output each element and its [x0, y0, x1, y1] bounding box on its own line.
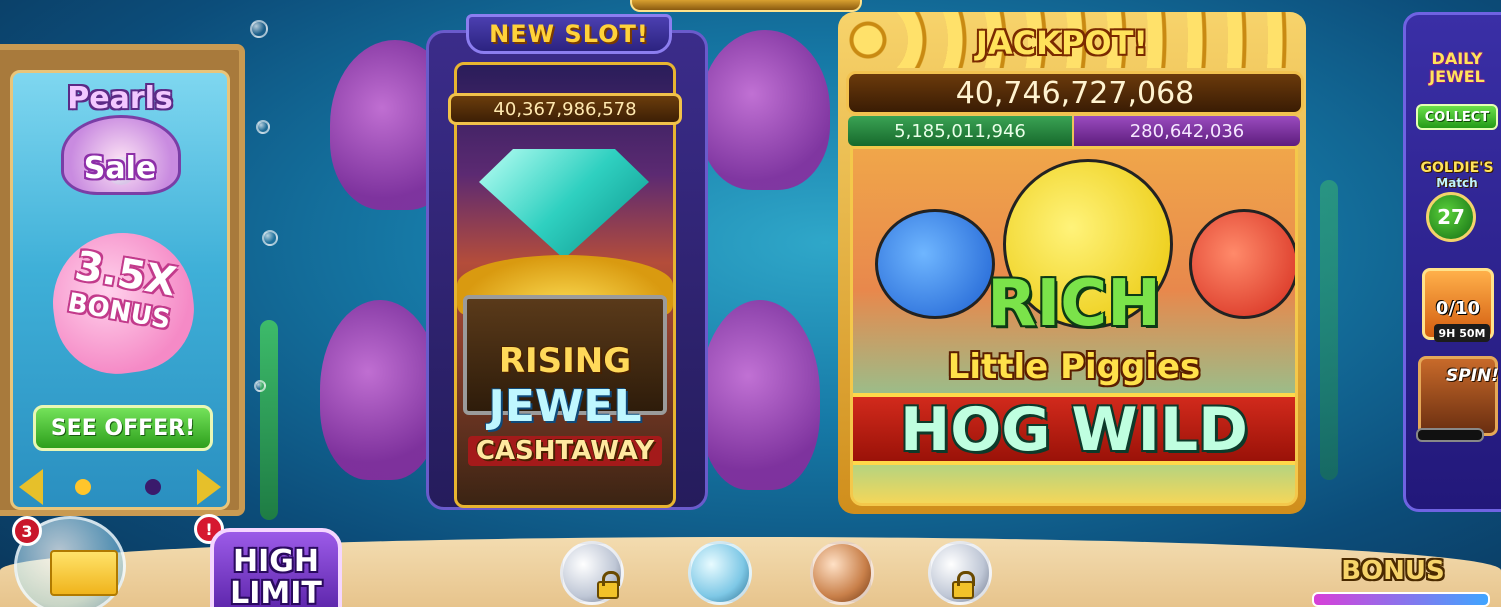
- spin-progress-bar: [1416, 428, 1484, 442]
- rich-little-piggies-slot-tile[interactable]: RICH Little Piggies HOG WILD: [850, 146, 1298, 506]
- goldies-subtitle: Match: [1436, 176, 1478, 190]
- bonus-meter: [1312, 592, 1490, 607]
- jackpot-title-line3: HOG WILD: [900, 395, 1248, 465]
- slot-title-line2: JEWEL: [488, 381, 642, 432]
- daily-jewel-line2: JEWEL: [1429, 67, 1485, 86]
- seaweed-decoration: [260, 320, 278, 520]
- promo-title: Pearls: [67, 81, 173, 116]
- new-slot-jackpot-value: 40,367,986,578: [448, 93, 682, 125]
- daily-jewel-line1: DAILY: [1431, 49, 1483, 68]
- coral-decoration: [700, 300, 820, 490]
- see-offer-button[interactable]: SEE OFFER!: [33, 405, 213, 451]
- goldies-title: GOLDIE'S: [1420, 160, 1494, 176]
- high-limit-button[interactable]: HIGH LIMIT: [210, 528, 342, 607]
- jackpot-purple-value: 280,642,036: [1074, 116, 1300, 146]
- promo-subtitle: Sale: [83, 151, 157, 186]
- jackpot-main-value: 40,746,727,068: [846, 71, 1304, 115]
- slot-title-line3: CASHTAWAY: [467, 436, 663, 466]
- card-progress: 0/10: [1435, 298, 1481, 319]
- seaweed-decoration: [1320, 180, 1338, 480]
- lock-icon: [952, 571, 975, 599]
- carousel-dot-active[interactable]: [75, 479, 91, 495]
- slot-title-line1: RISING: [498, 341, 632, 381]
- promo-card[interactable]: Pearls Sale 3.5X BONUS SEE OFFER!: [10, 70, 230, 510]
- diamond-icon: [479, 149, 649, 259]
- next-arrow-icon[interactable]: [197, 469, 221, 505]
- bubble-decoration: [262, 230, 278, 246]
- pearl-orb-bronze[interactable]: [810, 541, 874, 605]
- goldies-match-widget[interactable]: GOLDIE'S Match: [1412, 160, 1501, 190]
- carousel-dot[interactable]: [145, 479, 161, 495]
- bubble-decoration: [254, 380, 266, 392]
- pearl-orb-blue[interactable]: [688, 541, 752, 605]
- mail-count-badge: 3: [12, 516, 42, 546]
- prev-arrow-icon[interactable]: [19, 469, 43, 505]
- jackpot-green-value: 5,185,011,946: [848, 116, 1072, 146]
- slot-game-title: RISING JEWEL CASHTAWAY: [457, 341, 673, 466]
- collect-button[interactable]: COLLECT: [1416, 104, 1498, 130]
- bubble-decoration: [256, 120, 270, 134]
- promo-panel: Pearls Sale 3.5X BONUS SEE OFFER!: [0, 44, 245, 516]
- bubble-decoration: [250, 20, 268, 38]
- jackpot-banner: JACKPOT!: [975, 24, 1149, 62]
- lock-icon: [597, 571, 620, 599]
- high-limit-line1: HIGH: [232, 544, 319, 579]
- high-limit-line2: LIMIT: [230, 576, 322, 607]
- daily-jewel-widget[interactable]: DAILY JEWEL: [1412, 50, 1501, 86]
- spin-label: SPIN!: [1446, 366, 1500, 386]
- rising-jewel-slot-tile[interactable]: RISING JEWEL CASHTAWAY: [454, 62, 676, 508]
- card-timer: 9H 50M: [1434, 324, 1490, 342]
- top-tab-decoration: [630, 0, 862, 12]
- coral-decoration: [700, 30, 830, 190]
- coral-decoration: [320, 300, 440, 480]
- goldies-count-badge[interactable]: 27: [1426, 192, 1476, 242]
- new-slot-banner: NEW SLOT!: [466, 14, 672, 54]
- jackpot-title-line2: Little Piggies: [947, 347, 1201, 387]
- jackpot-title-line1: RICH: [987, 267, 1161, 341]
- envelope-icon: [50, 550, 118, 596]
